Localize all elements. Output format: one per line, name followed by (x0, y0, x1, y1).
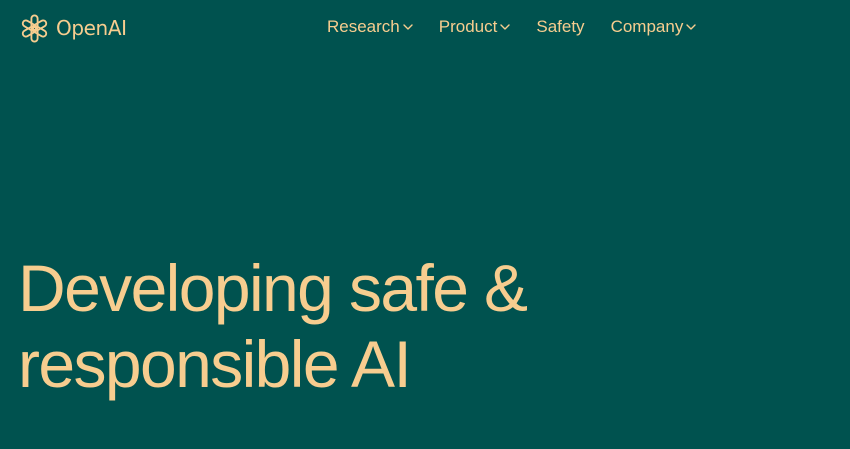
hero-section: Developing safe & responsible AI (18, 250, 528, 402)
chevron-down-icon (686, 24, 697, 30)
nav-safety-label: Safety (536, 17, 585, 36)
nav-safety[interactable]: Safety (536, 17, 584, 37)
openai-logo-link[interactable]: OpenAI (19, 10, 127, 46)
nav-product-label: Product (438, 17, 498, 36)
site-header: OpenAI Research Product Safety Company (0, 0, 850, 56)
nav-research-label: Research (327, 17, 400, 36)
hero-title-line-1: Developing safe & (18, 251, 528, 325)
chevron-down-icon (403, 24, 413, 30)
openai-knot-icon (19, 13, 50, 44)
nav-company-label: Company (610, 17, 684, 36)
hero-title-line-2: responsible AI (18, 327, 412, 401)
brand-name: OpenAI (56, 16, 127, 40)
chevron-down-icon (500, 24, 511, 30)
hero-title: Developing safe & responsible AI (18, 250, 528, 402)
main-nav: Research Product Safety Company (327, 17, 697, 37)
nav-research[interactable]: Research (327, 17, 413, 37)
nav-product[interactable]: Product (439, 17, 511, 37)
nav-company[interactable]: Company (611, 17, 697, 37)
